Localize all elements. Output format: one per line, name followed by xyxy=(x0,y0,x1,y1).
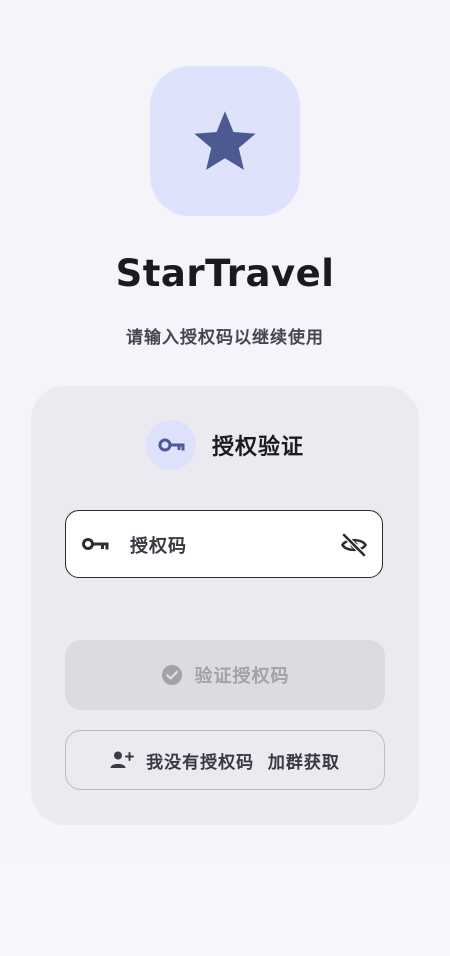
app-subtitle: 请输入授权码以继续使用 xyxy=(126,328,324,348)
key-icon xyxy=(158,438,185,452)
no-code-button-label: 我没有授权码 加群获取 xyxy=(146,752,340,773)
eye-off-icon[interactable] xyxy=(340,531,368,559)
app-title: StarTravel xyxy=(115,252,335,295)
key-icon xyxy=(82,538,109,550)
card-title: 授权验证 xyxy=(211,435,304,460)
verify-button-label: 验证授权码 xyxy=(194,666,290,687)
card-header: 授权验证 xyxy=(31,420,419,470)
key-badge xyxy=(145,420,196,470)
person-add-icon xyxy=(110,751,135,768)
auth-card: 授权验证 授权码 验证授权码 我没有授权码 加群获取 xyxy=(31,386,419,825)
app-logo xyxy=(150,66,300,216)
verify-button[interactable]: 验证授权码 xyxy=(65,640,385,710)
auth-code-input[interactable]: 授权码 xyxy=(65,510,383,578)
auth-code-placeholder: 授权码 xyxy=(130,536,187,557)
star-icon xyxy=(194,111,256,170)
no-code-join-group-button[interactable]: 我没有授权码 加群获取 xyxy=(65,730,385,790)
check-circle-icon xyxy=(161,665,182,685)
